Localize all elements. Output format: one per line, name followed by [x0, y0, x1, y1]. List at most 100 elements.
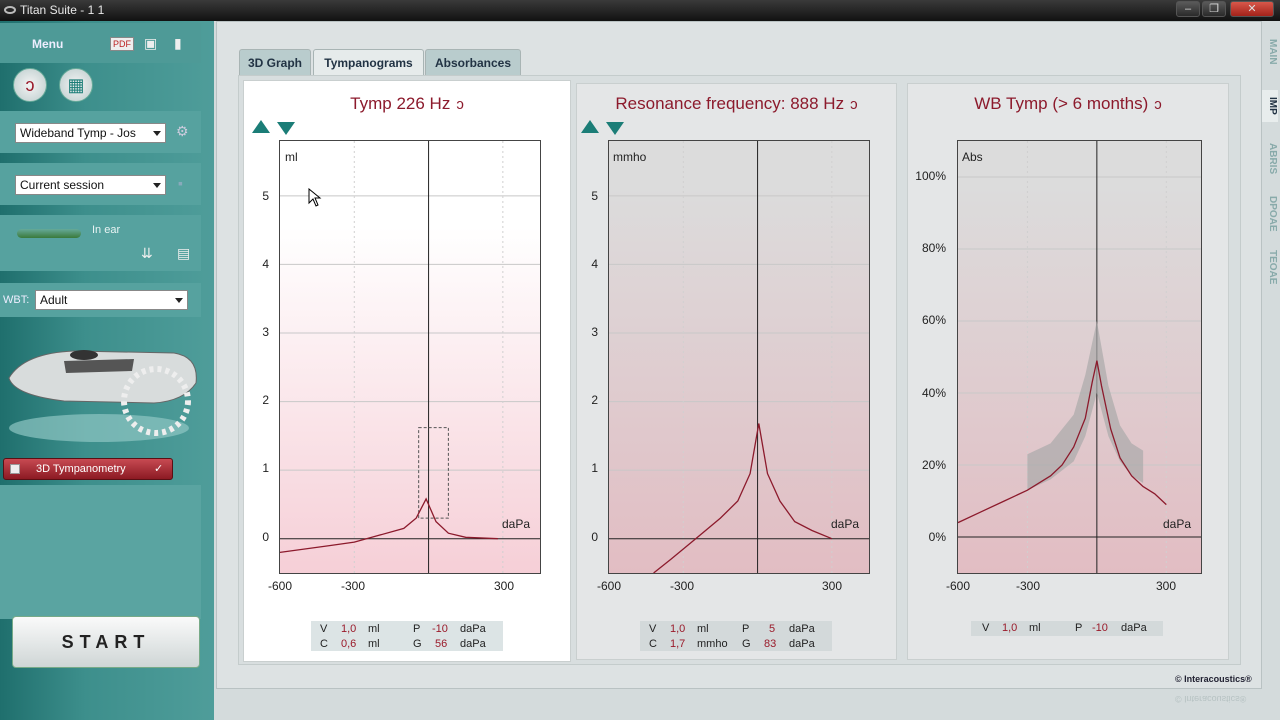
side-tab-imp[interactable]: IMP [1262, 90, 1278, 122]
wb-tymp-plot[interactable]: Abs daPa [957, 140, 1202, 574]
wbt-label: WBT: [3, 294, 30, 306]
resonance-results-table: V 1,0 ml P 5 daPa C 1,7 mmho G 83 daPa [640, 621, 832, 651]
tab-absorbances[interactable]: Absorbances [425, 49, 521, 75]
copyright-reflection: © Interacoustics® [1175, 694, 1247, 704]
scale-down-icon[interactable] [606, 122, 624, 135]
menu-label[interactable]: Menu [32, 37, 63, 51]
label-v: V [649, 623, 657, 635]
import-icon[interactable]: ⇊ [141, 245, 153, 262]
resonance-ytick: 0 [591, 530, 598, 544]
tymp-xtick: 300 [494, 579, 515, 593]
close-button[interactable]: ✕ [1230, 1, 1274, 17]
tymp-title: Tymp 226 Hz ↄ [350, 94, 464, 113]
curve-line [280, 497, 498, 554]
label-g: G [742, 638, 751, 650]
ear-button[interactable]: ↄ [13, 68, 47, 102]
label-p: P [742, 623, 750, 635]
copyright: © Interacoustics® [1175, 674, 1252, 684]
resonance-ytick: 1 [591, 461, 598, 475]
resonance-chart [609, 141, 869, 573]
value-p: -10 [432, 623, 448, 635]
minimize-button[interactable]: – [1176, 1, 1200, 17]
tymp-ytick: 1 [262, 461, 269, 475]
session-action-icon[interactable]: ▪ [178, 175, 183, 191]
wb-xtick: -300 [1016, 579, 1041, 593]
label-p: P [1075, 622, 1083, 634]
start-button[interactable]: START [12, 616, 200, 668]
scale-up-icon[interactable] [581, 120, 599, 133]
wb-xtick: 300 [1156, 579, 1177, 593]
in-ear-label: In ear [92, 224, 121, 236]
tab-tympanograms[interactable]: Tympanograms [313, 49, 424, 75]
side-tab-dpoae[interactable]: DPOAE [1262, 188, 1278, 240]
wb-tymp-title: WB Tymp (> 6 months) ↄ [974, 94, 1162, 113]
settings-gear-icon[interactable]: ⚙ [176, 123, 189, 140]
resonance-x-unit: daPa [831, 517, 860, 531]
tymp-ytick: 2 [262, 393, 269, 407]
unit-p: daPa [1121, 622, 1147, 634]
value-g: 83 [764, 638, 777, 650]
resonance-ytick: 3 [591, 325, 598, 339]
grid-view-button[interactable]: ▦ [59, 68, 93, 102]
unit-c: mmho [697, 638, 728, 650]
save-icon[interactable]: ▣ [144, 35, 157, 52]
probe-image [8, 350, 197, 442]
curve-line [653, 423, 833, 573]
mouse-cursor-icon [308, 188, 322, 207]
value-p: 5 [769, 623, 776, 635]
wb-x-unit: daPa [1163, 517, 1192, 531]
session-select[interactable]: Current session [15, 175, 166, 195]
probe-status-row: In ear ⇊ ▤ [0, 215, 201, 271]
menu-bar: Menu PDF ▣ ▮ [0, 23, 201, 63]
unit-p: daPa [460, 623, 486, 635]
in-ear-indicator [17, 229, 81, 238]
resonance-xtick: 300 [822, 579, 843, 593]
unit-c: ml [368, 638, 380, 650]
session-row: Current session ▪ [0, 163, 201, 205]
label-p: P [413, 623, 421, 635]
notes-icon[interactable]: ▤ [177, 245, 190, 262]
side-tab-abris[interactable]: ABRIS [1262, 136, 1278, 182]
wb-ytick: 40% [921, 386, 946, 400]
side-tab-teoae[interactable]: TEOAE [1262, 244, 1278, 290]
wb-ytick: 100% [915, 169, 946, 183]
scale-down-icon[interactable] [277, 122, 295, 135]
test-checkbox[interactable] [10, 464, 20, 474]
protocol-row: Wideband Tymp - Jos ⚙ [0, 111, 201, 153]
wb-ytick: 80% [921, 241, 946, 255]
title-bar: Titan Suite - 1 1 – ❐ ✕ [0, 0, 1280, 21]
label-c: C [320, 638, 328, 650]
pdf-icon[interactable]: PDF [110, 37, 134, 51]
value-v: 1,0 [341, 623, 357, 635]
tymp-xtick: -300 [341, 579, 366, 593]
tymp-ytick: 3 [262, 325, 269, 339]
wb-xtick: -600 [946, 579, 971, 593]
wb-y-unit: Abs [962, 150, 983, 164]
sidebar: Menu PDF ▣ ▮ ↄ ▦ Wideband Tymp - Jos ⚙ C… [0, 21, 214, 720]
resonance-plot[interactable]: mmho daPa [608, 140, 870, 574]
wbt-select[interactable]: Adult [35, 290, 188, 310]
resonance-xtick: -600 [597, 579, 622, 593]
app-icon [4, 6, 16, 14]
scale-up-icon[interactable] [252, 120, 270, 133]
unit-g: daPa [789, 638, 815, 650]
test-list [0, 485, 201, 619]
label-c: C [649, 638, 657, 650]
test-item-3d-tympanometry[interactable]: 3D Tympanometry ✓ [3, 458, 173, 480]
resonance-xtick: -300 [670, 579, 695, 593]
protocol-select[interactable]: Wideband Tymp - Jos [15, 123, 166, 143]
side-tab-main[interactable]: MAIN [1262, 34, 1278, 70]
resonance-ytick: 2 [591, 393, 598, 407]
tab-3d-graph[interactable]: 3D Graph [239, 49, 311, 75]
resonance-ytick: 5 [591, 189, 598, 203]
value-c: 1,7 [670, 638, 686, 650]
unit-p: daPa [789, 623, 815, 635]
exit-icon[interactable]: ▮ [174, 35, 182, 52]
maximize-button[interactable]: ❐ [1202, 1, 1226, 17]
value-v: 1,0 [670, 623, 686, 635]
tymp-ytick: 0 [262, 530, 269, 544]
wb-ytick: 20% [921, 458, 946, 472]
unit-g: daPa [460, 638, 486, 650]
unit-v: ml [1029, 622, 1041, 634]
resonance-ytick: 4 [591, 257, 598, 271]
